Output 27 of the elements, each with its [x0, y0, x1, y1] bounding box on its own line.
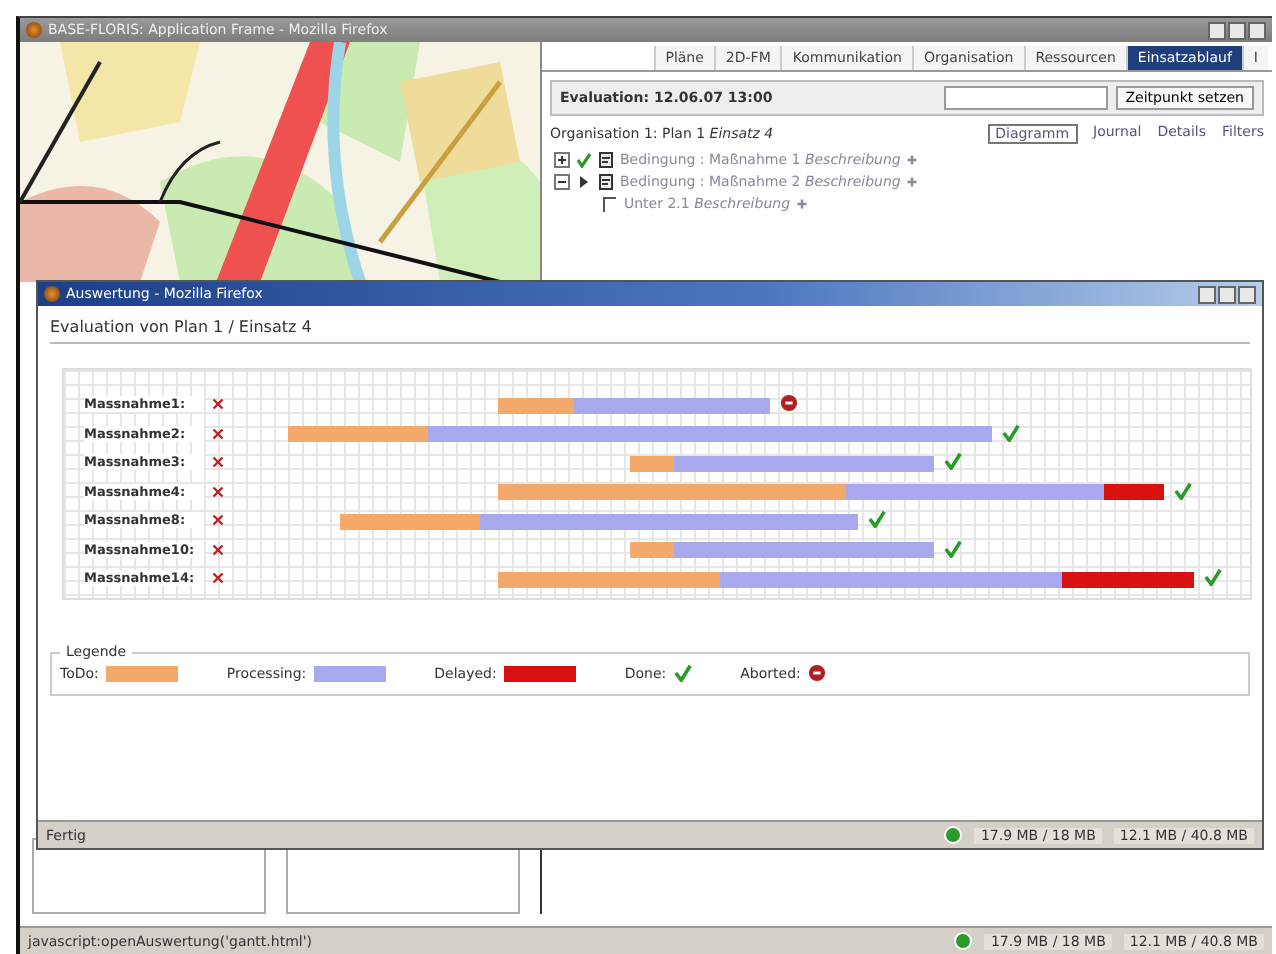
expand-icon[interactable]: [554, 152, 570, 168]
status-icon: [944, 826, 963, 844]
time-input-field[interactable]: [943, 86, 1108, 110]
plus-icon[interactable]: [796, 198, 809, 210]
minimize-button[interactable]: [1198, 285, 1216, 303]
document-icon: [598, 174, 614, 190]
browser-icon: [26, 22, 42, 38]
maximize-button[interactable]: [1218, 285, 1236, 303]
delete-icon[interactable]: [212, 398, 224, 411]
close-button[interactable]: [1238, 285, 1256, 303]
status-icon: [954, 932, 973, 950]
plus-icon[interactable]: [906, 176, 919, 188]
minimize-button[interactable]: [1208, 21, 1226, 39]
document-icon: [598, 152, 614, 168]
maximize-button[interactable]: [1228, 21, 1246, 39]
close-button[interactable]: [1248, 21, 1266, 39]
browser-icon: [44, 286, 60, 302]
plus-icon[interactable]: [906, 154, 919, 166]
delete-icon[interactable]: [212, 485, 224, 498]
delete-icon[interactable]: [212, 456, 224, 469]
delete-icon[interactable]: [212, 514, 224, 527]
delete-icon[interactable]: [212, 572, 224, 585]
corner-icon: [602, 196, 618, 212]
delete-icon[interactable]: [212, 427, 224, 440]
delete-icon[interactable]: [212, 543, 224, 556]
evaluation-heading: Evaluation von Plan 1 / Einsatz 4: [50, 314, 1250, 344]
collapse-icon[interactable]: [554, 174, 570, 190]
